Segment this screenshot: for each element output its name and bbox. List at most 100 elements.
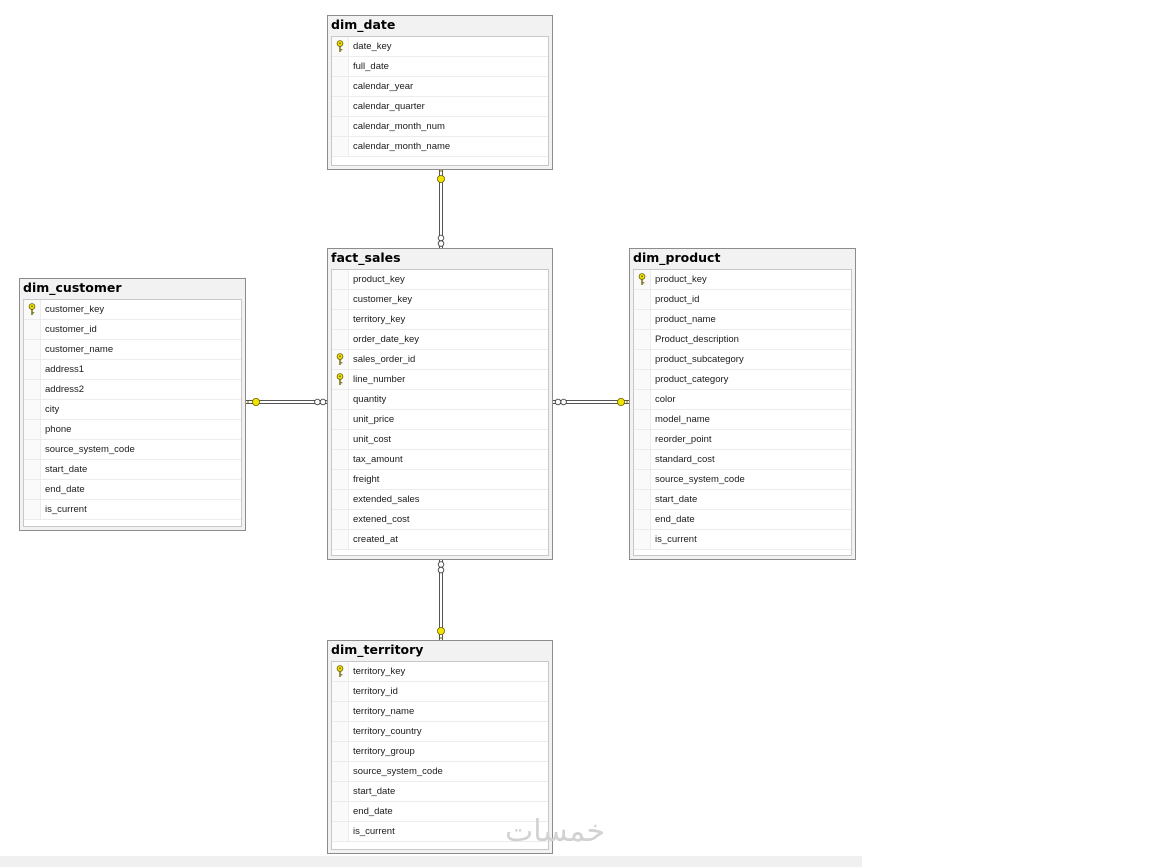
table-title[interactable]: fact_sales bbox=[328, 250, 552, 266]
column-row[interactable]: product_key bbox=[332, 270, 548, 290]
row-selector[interactable] bbox=[332, 270, 349, 289]
column-row[interactable]: Product_description bbox=[634, 330, 851, 350]
row-selector[interactable] bbox=[634, 470, 651, 489]
column-row[interactable]: customer_key bbox=[24, 300, 241, 320]
row-selector[interactable] bbox=[634, 450, 651, 469]
column-row[interactable]: standard_cost bbox=[634, 450, 851, 470]
column-row[interactable]: tax_amount bbox=[332, 450, 548, 470]
row-selector[interactable] bbox=[332, 450, 349, 469]
row-selector[interactable] bbox=[24, 360, 41, 379]
row-selector[interactable] bbox=[24, 500, 41, 519]
row-selector[interactable] bbox=[332, 782, 349, 801]
column-row[interactable]: start_date bbox=[634, 490, 851, 510]
table-title[interactable]: dim_date bbox=[328, 17, 552, 33]
column-row[interactable]: calendar_month_num bbox=[332, 117, 548, 137]
row-selector[interactable] bbox=[332, 722, 349, 741]
row-selector[interactable] bbox=[332, 350, 349, 369]
relationship-dim-customer-fact-sales[interactable] bbox=[246, 397, 327, 406]
horizontal-scrollbar-track[interactable] bbox=[0, 856, 862, 867]
row-selector[interactable] bbox=[634, 490, 651, 509]
column-row[interactable]: territory_key bbox=[332, 310, 548, 330]
row-selector[interactable] bbox=[332, 330, 349, 349]
row-selector[interactable] bbox=[332, 77, 349, 96]
row-selector[interactable] bbox=[634, 270, 651, 289]
row-selector[interactable] bbox=[332, 762, 349, 781]
column-row[interactable]: freight bbox=[332, 470, 548, 490]
column-row[interactable]: territory_id bbox=[332, 682, 548, 702]
column-row[interactable]: start_date bbox=[24, 460, 241, 480]
column-row[interactable]: territory_group bbox=[332, 742, 548, 762]
table-title[interactable]: dim_territory bbox=[328, 642, 552, 658]
column-row[interactable]: product_category bbox=[634, 370, 851, 390]
row-selector[interactable] bbox=[332, 470, 349, 489]
column-row[interactable]: calendar_year bbox=[332, 77, 548, 97]
column-row[interactable]: product_subcategory bbox=[634, 350, 851, 370]
relationship-fact-sales-dim-territory[interactable] bbox=[436, 560, 445, 640]
row-selector[interactable] bbox=[634, 530, 651, 549]
column-row[interactable]: unit_price bbox=[332, 410, 548, 430]
row-selector[interactable] bbox=[332, 310, 349, 329]
row-selector[interactable] bbox=[332, 742, 349, 761]
column-row[interactable]: customer_name bbox=[24, 340, 241, 360]
column-row[interactable]: reorder_point bbox=[634, 430, 851, 450]
relationship-dim-date-fact-sales[interactable] bbox=[436, 170, 445, 248]
row-selector[interactable] bbox=[24, 340, 41, 359]
column-row[interactable]: is_current bbox=[24, 500, 241, 520]
row-selector[interactable] bbox=[634, 390, 651, 409]
row-selector[interactable] bbox=[332, 802, 349, 821]
table-title[interactable]: dim_customer bbox=[20, 280, 245, 296]
table-fact-sales[interactable]: fact_sales product_key customer_key territ… bbox=[327, 248, 553, 560]
row-selector[interactable] bbox=[332, 390, 349, 409]
row-selector[interactable] bbox=[332, 117, 349, 136]
column-row[interactable]: source_system_code bbox=[634, 470, 851, 490]
row-selector[interactable] bbox=[332, 290, 349, 309]
row-selector[interactable] bbox=[24, 380, 41, 399]
column-row[interactable]: quantity bbox=[332, 390, 548, 410]
column-row[interactable]: phone bbox=[24, 420, 241, 440]
column-row[interactable]: line_number bbox=[332, 370, 548, 390]
row-selector[interactable] bbox=[332, 490, 349, 509]
column-row[interactable]: territory_key bbox=[332, 662, 548, 682]
column-row[interactable]: model_name bbox=[634, 410, 851, 430]
row-selector[interactable] bbox=[332, 510, 349, 529]
column-row[interactable]: product_id bbox=[634, 290, 851, 310]
column-row[interactable]: sales_order_id bbox=[332, 350, 548, 370]
row-selector[interactable] bbox=[24, 440, 41, 459]
row-selector[interactable] bbox=[332, 662, 349, 681]
column-row[interactable]: territory_country bbox=[332, 722, 548, 742]
row-selector[interactable] bbox=[332, 410, 349, 429]
column-row[interactable]: product_key bbox=[634, 270, 851, 290]
row-selector[interactable] bbox=[634, 510, 651, 529]
table-dim-date[interactable]: dim_date date_key full_date calendar_year c… bbox=[327, 15, 553, 170]
column-row[interactable]: customer_key bbox=[332, 290, 548, 310]
table-dim-customer[interactable]: dim_customer customer_key customer_id cust… bbox=[19, 278, 246, 531]
row-selector[interactable] bbox=[332, 370, 349, 389]
column-row[interactable]: territory_name bbox=[332, 702, 548, 722]
row-selector[interactable] bbox=[332, 702, 349, 721]
column-row[interactable]: created_at bbox=[332, 530, 548, 550]
column-row[interactable]: address1 bbox=[24, 360, 241, 380]
row-selector[interactable] bbox=[634, 290, 651, 309]
column-row[interactable]: unit_cost bbox=[332, 430, 548, 450]
row-selector[interactable] bbox=[24, 460, 41, 479]
column-row[interactable]: extended_sales bbox=[332, 490, 548, 510]
row-selector[interactable] bbox=[24, 420, 41, 439]
row-selector[interactable] bbox=[634, 310, 651, 329]
column-row[interactable]: calendar_month_name bbox=[332, 137, 548, 157]
column-row[interactable]: calendar_quarter bbox=[332, 97, 548, 117]
column-row[interactable]: city bbox=[24, 400, 241, 420]
column-row[interactable]: product_name bbox=[634, 310, 851, 330]
column-row[interactable]: address2 bbox=[24, 380, 241, 400]
column-row[interactable]: order_date_key bbox=[332, 330, 548, 350]
row-selector[interactable] bbox=[634, 330, 651, 349]
column-row[interactable]: extened_cost bbox=[332, 510, 548, 530]
row-selector[interactable] bbox=[634, 350, 651, 369]
row-selector[interactable] bbox=[332, 97, 349, 116]
row-selector[interactable] bbox=[332, 37, 349, 56]
row-selector[interactable] bbox=[332, 57, 349, 76]
row-selector[interactable] bbox=[24, 480, 41, 499]
column-row[interactable]: end_date bbox=[24, 480, 241, 500]
column-row[interactable]: source_system_code bbox=[24, 440, 241, 460]
row-selector[interactable] bbox=[634, 430, 651, 449]
column-row[interactable]: start_date bbox=[332, 782, 548, 802]
